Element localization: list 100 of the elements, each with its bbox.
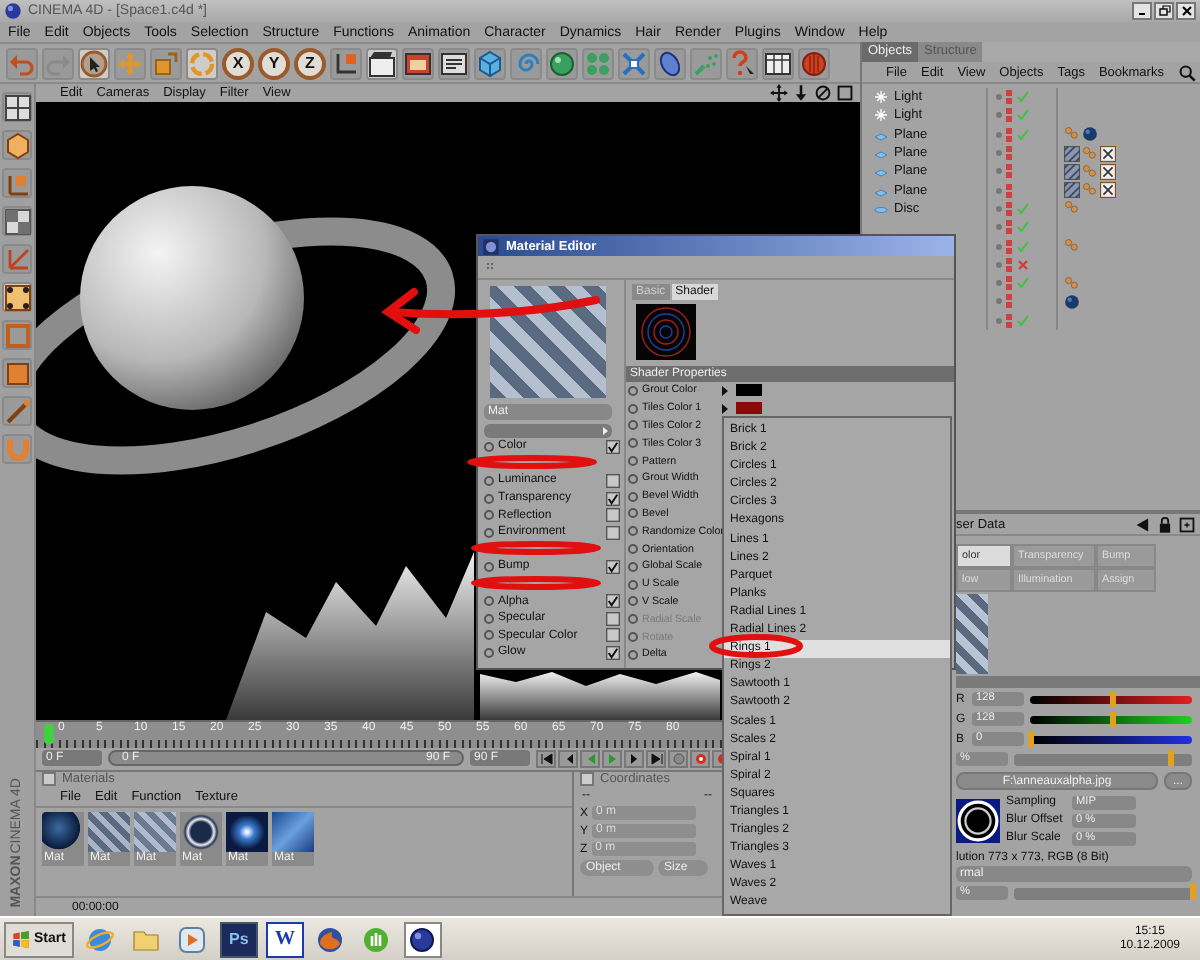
visibility-dot[interactable]	[996, 168, 1002, 175]
enabled-check-icon[interactable]	[1016, 239, 1030, 254]
visibility-dot[interactable]	[996, 280, 1002, 287]
expand-arrow-icon	[598, 424, 612, 438]
checkbox[interactable]	[606, 628, 620, 643]
color-swatch[interactable]	[736, 402, 762, 415]
enabled-check-icon[interactable]	[1016, 313, 1030, 328]
checkbox[interactable]	[606, 645, 620, 660]
step-forward-icon	[627, 751, 641, 766]
go-to-end-button[interactable]	[646, 749, 666, 768]
enabled-check-icon[interactable]	[1016, 201, 1030, 216]
record-icon	[671, 751, 685, 766]
render-settings-button[interactable]	[438, 47, 470, 79]
render-window-button[interactable]	[402, 47, 434, 79]
playhead[interactable]	[44, 724, 54, 744]
enabled-check-icon[interactable]	[1016, 127, 1030, 142]
deformer-button[interactable]	[618, 47, 650, 79]
checkbox[interactable]	[606, 611, 620, 626]
magnet-button[interactable]	[2, 434, 32, 464]
restore-button[interactable]	[1154, 2, 1174, 20]
panel-toggle[interactable]	[580, 772, 594, 787]
keyframe-dot	[484, 475, 494, 486]
keyframe-dot	[628, 579, 638, 590]
visibility-dot[interactable]	[996, 94, 1002, 101]
play-backward-icon	[583, 751, 597, 766]
panel-toggle[interactable]	[42, 772, 56, 787]
slider-thumb[interactable]	[1109, 691, 1115, 707]
hand-drawn-circle	[467, 455, 597, 469]
cube-outline-button[interactable]	[2, 130, 32, 160]
checkbox[interactable]	[606, 594, 620, 609]
taskbar-button[interactable]	[403, 921, 442, 957]
visibility-dot[interactable]	[996, 205, 1002, 212]
slider-thumb[interactable]	[1168, 749, 1175, 765]
visibility-dot[interactable]	[996, 131, 1002, 138]
scale-button[interactable]	[150, 47, 182, 79]
slider-track[interactable]	[1014, 887, 1192, 899]
slider-track[interactable]	[1014, 753, 1192, 765]
autokey-button[interactable]	[690, 749, 710, 768]
go-to-start-button[interactable]	[536, 749, 556, 768]
slider-track[interactable]	[1030, 715, 1192, 723]
taskbar-button[interactable]: W	[265, 921, 304, 957]
slider-track[interactable]	[1030, 735, 1192, 743]
visibility-dot[interactable]	[996, 317, 1002, 324]
checkbox[interactable]	[606, 508, 620, 523]
slider-thumb[interactable]	[1109, 711, 1115, 727]
sphere-button[interactable]	[546, 47, 578, 79]
play-icon	[605, 751, 619, 766]
step-forward-button[interactable]	[624, 749, 644, 768]
material-editor-icon	[482, 237, 500, 255]
enabled-check-icon[interactable]	[1016, 90, 1030, 105]
step-back-button[interactable]	[558, 749, 578, 768]
tweak-button[interactable]	[2, 396, 32, 426]
visibility-dot[interactable]	[996, 224, 1002, 231]
render-settings-icon	[440, 49, 468, 77]
keyframe-dot	[628, 614, 638, 625]
enabled-check-icon[interactable]	[1016, 108, 1030, 123]
checkbox[interactable]	[606, 439, 620, 454]
polygon-button[interactable]	[2, 358, 32, 388]
disc-icon	[874, 201, 888, 216]
taskbar-button[interactable]: Ps	[219, 921, 258, 957]
enabled-check-icon[interactable]	[1016, 220, 1030, 235]
dolly-icon	[792, 84, 810, 102]
visibility-dot[interactable]	[996, 261, 1002, 268]
visibility-dot[interactable]	[996, 187, 1002, 194]
visibility-dot[interactable]	[996, 150, 1002, 157]
record-button[interactable]	[798, 47, 830, 79]
polygon-icon	[3, 359, 31, 387]
spreadsheet-button[interactable]	[762, 47, 794, 79]
points-button[interactable]	[2, 282, 32, 312]
rotate-button[interactable]	[186, 47, 218, 79]
visibility-dot[interactable]	[996, 243, 1002, 250]
axis-lock-button[interactable]: Z	[294, 47, 326, 79]
checkbox[interactable]	[606, 473, 620, 488]
minimize-button[interactable]	[1132, 2, 1152, 20]
ellipse-button[interactable]	[654, 47, 686, 79]
axes-icon	[332, 49, 360, 77]
clapperboard-button[interactable]	[366, 47, 398, 79]
checkbox[interactable]	[606, 491, 620, 506]
visibility-dot[interactable]	[996, 298, 1002, 305]
undo-button[interactable]	[6, 47, 38, 79]
enabled-check-icon[interactable]	[1016, 276, 1030, 291]
visibility-dot[interactable]	[996, 112, 1002, 119]
checkbox[interactable]	[606, 559, 620, 574]
texture-tag-icon	[1064, 275, 1080, 292]
axes-button[interactable]	[330, 47, 362, 79]
material-preview	[272, 811, 314, 852]
color-swatch[interactable]	[736, 384, 762, 397]
close-button[interactable]	[1176, 2, 1196, 20]
viewport-layout-button[interactable]	[2, 92, 32, 122]
axis-lock-button[interactable]: Y	[258, 47, 290, 79]
slider-thumb[interactable]	[1028, 731, 1034, 747]
object-axis-button[interactable]	[2, 168, 32, 198]
material-preview	[226, 811, 268, 852]
checkbox[interactable]	[606, 525, 620, 540]
cursor-button[interactable]	[78, 47, 110, 79]
slider-track[interactable]	[1030, 695, 1192, 703]
axis-lock-button[interactable]: X	[222, 47, 254, 79]
tiles-button[interactable]	[2, 206, 32, 236]
slider-thumb[interactable]	[1190, 883, 1196, 899]
material-preview	[180, 811, 222, 852]
